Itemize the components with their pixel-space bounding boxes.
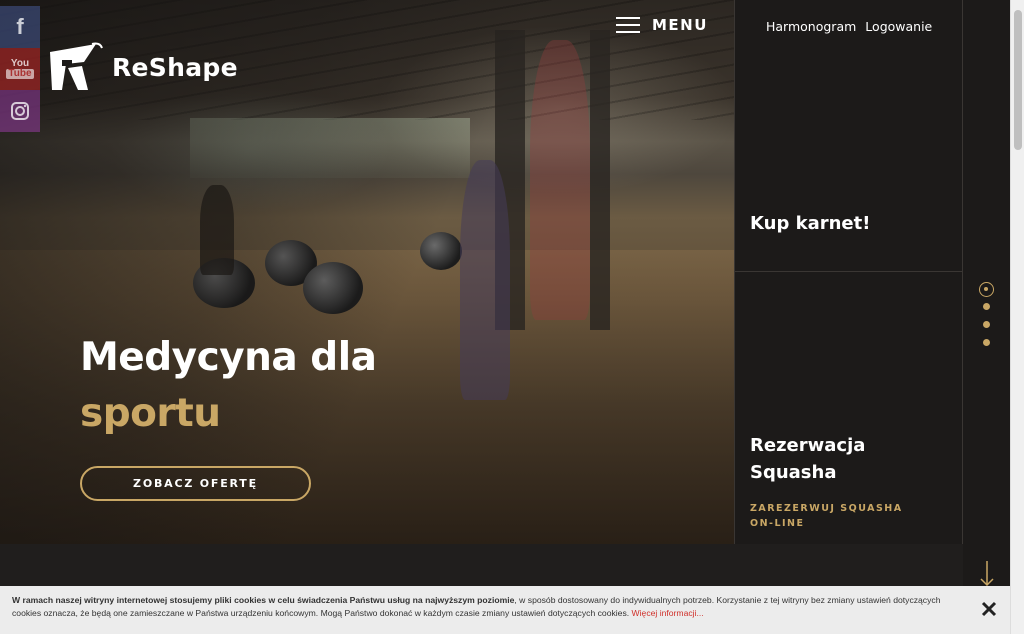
page-scrollbar[interactable]: [1010, 0, 1024, 634]
slider-strip: [963, 0, 1010, 634]
squash-subtitle-link[interactable]: ZAREZERWUJ SQUASHA ON-LINE: [750, 501, 930, 531]
slider-dot[interactable]: [983, 339, 990, 346]
slider-dot[interactable]: [983, 321, 990, 328]
buy-pass-panel[interactable]: Kup karnet!: [734, 0, 963, 272]
headline-line-1: Medycyna dla: [80, 335, 377, 380]
menu-label: MENU: [652, 16, 708, 34]
scroll-down-arrow-icon[interactable]: [980, 561, 994, 587]
close-icon[interactable]: [980, 600, 998, 618]
hero-headline: Medycyna dla sportu: [80, 330, 377, 442]
squash-title: Rezerwacja Squasha: [750, 435, 866, 483]
squash-reservation-panel[interactable]: Rezerwacja Squasha ZAREZERWUJ SQUASHA ON…: [734, 272, 963, 544]
see-offer-button[interactable]: ZOBACZ OFERTĘ: [80, 466, 311, 501]
social-bar: f You Tube: [0, 6, 40, 132]
cookie-bold-text: W ramach naszej witryny internetowej sto…: [12, 595, 515, 605]
cookie-more-link[interactable]: Więcej informacji...: [632, 608, 704, 618]
hamburger-icon: [616, 17, 640, 33]
reshape-logo-icon: [50, 42, 103, 90]
facebook-icon[interactable]: f: [0, 6, 40, 48]
menu-button[interactable]: MENU: [616, 16, 708, 34]
scrollbar-thumb[interactable]: [1014, 10, 1022, 150]
slider-dot[interactable]: [983, 303, 990, 310]
buy-pass-title: Kup karnet!: [750, 213, 871, 234]
slider-dot-active[interactable]: [979, 282, 994, 297]
brand-name: ReShape: [112, 52, 238, 82]
youtube-icon[interactable]: You Tube: [0, 48, 40, 90]
headline-line-2: sportu: [80, 391, 221, 436]
instagram-icon[interactable]: [0, 90, 40, 132]
brand-logo[interactable]: ReShape: [48, 42, 238, 92]
youtube-icon-text: Tube: [6, 68, 34, 79]
cookie-bar: W ramach naszej witryny internetowej sto…: [0, 586, 1010, 634]
